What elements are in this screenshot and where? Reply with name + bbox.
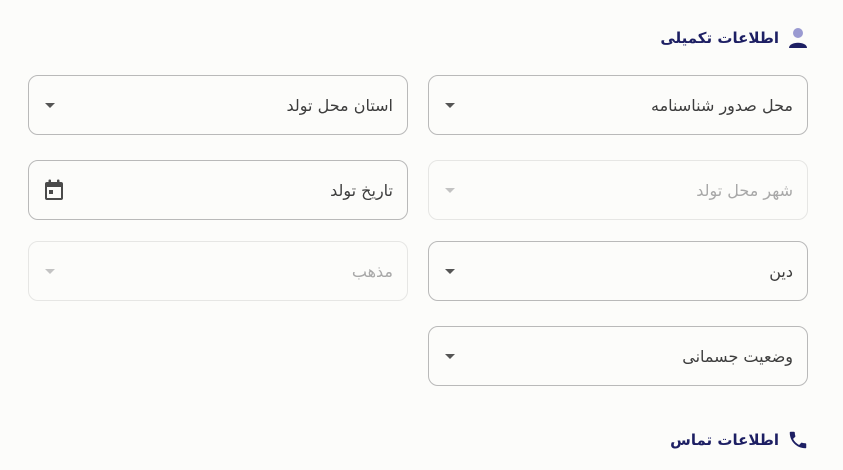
- calendar-icon[interactable]: [43, 179, 65, 201]
- chevron-down-icon: [45, 268, 55, 274]
- field-label: شهر محل تولد: [696, 180, 793, 200]
- issue-place-select[interactable]: محل صدور شناسنامه: [428, 75, 808, 135]
- chevron-down-icon: [445, 187, 455, 193]
- chevron-down-icon: [445, 268, 455, 274]
- section-title: اطلاعات تکمیلی: [660, 29, 779, 47]
- field-label: وضعیت جسمانی: [682, 346, 793, 366]
- chevron-down-icon: [45, 102, 55, 108]
- section-title: اطلاعات تماس: [670, 431, 779, 449]
- birth-province-select[interactable]: استان محل تولد: [28, 75, 408, 135]
- birth-date-field[interactable]: تاریخ تولد: [28, 160, 408, 220]
- field-label: تاریخ تولد: [330, 180, 393, 200]
- sect-select[interactable]: مذهب: [28, 241, 408, 301]
- phone-icon: [787, 429, 809, 451]
- section-header-supplementary: اطلاعات تکمیلی: [660, 27, 809, 49]
- physical-status-select[interactable]: وضعیت جسمانی: [428, 326, 808, 386]
- field-label: محل صدور شناسنامه: [651, 95, 793, 115]
- field-label: دین: [769, 261, 793, 281]
- field-label: مذهب: [351, 261, 393, 281]
- chevron-down-icon: [445, 102, 455, 108]
- chevron-down-icon: [445, 353, 455, 359]
- person-icon: [787, 27, 809, 49]
- field-label: استان محل تولد: [286, 95, 393, 115]
- religion-select[interactable]: دین: [428, 241, 808, 301]
- section-header-contact: اطلاعات تماس: [670, 429, 809, 451]
- birth-city-select[interactable]: شهر محل تولد: [428, 160, 808, 220]
